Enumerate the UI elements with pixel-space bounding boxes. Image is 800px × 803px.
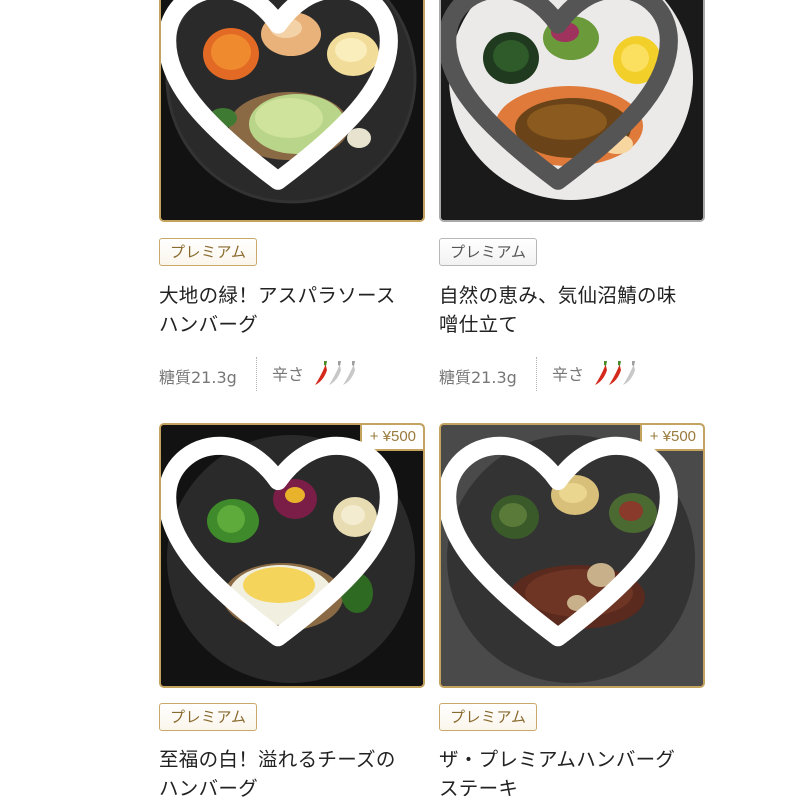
heart-outline-icon[interactable] <box>159 0 409 206</box>
premium-badge: プレミアム <box>439 238 538 266</box>
spiciness-meter <box>595 361 635 385</box>
menu-title[interactable]: 自然の恵み、気仙沼鯖の味 噌仕立て <box>439 281 709 339</box>
heart-outline-icon[interactable] <box>439 423 689 672</box>
carbs-value: 糖質21.3g <box>439 368 517 387</box>
menu-title-line-1: ザ・プレミアムハンバーグ <box>439 748 676 771</box>
menu-title[interactable]: ザ・プレミアムハンバーグ ステーキ <box>439 745 709 803</box>
meal-photo[interactable]: + ¥500 <box>159 423 425 688</box>
premium-badge: プレミアム <box>439 703 538 731</box>
heart-outline-icon[interactable] <box>439 0 689 206</box>
chili-pepper-icon <box>595 361 607 385</box>
premium-badge: プレミアム <box>159 703 258 731</box>
chili-pepper-icon <box>623 361 635 385</box>
menu-title-line-1: 自然の恵み、気仙沼鯖の味 <box>439 284 677 307</box>
menu-title-line-1: 至福の白！溢れるチーズの <box>159 748 396 771</box>
spiciness-label: 辛さ <box>272 365 305 384</box>
menu-title-line-2: ハンバーグ <box>159 313 259 336</box>
chili-pepper-icon <box>315 361 327 385</box>
premium-badge: プレミアム <box>159 238 258 266</box>
carbs-value: 糖質21.3g <box>159 368 237 387</box>
menu-title-line-1: 大地の緑！アスパラソース <box>159 284 396 307</box>
heart-outline-icon[interactable] <box>159 423 409 672</box>
meal-photo[interactable]: + ¥500 <box>439 423 705 688</box>
chili-pepper-icon <box>329 361 341 385</box>
menu-title[interactable]: 至福の白！溢れるチーズの ハンバーグ <box>159 745 429 803</box>
meal-photo[interactable] <box>159 0 425 222</box>
chili-pepper-icon <box>343 361 355 385</box>
menu-title-line-2: ステーキ <box>439 777 519 800</box>
nutrition-specs: 糖質21.3g 辛さ <box>159 357 425 391</box>
divider <box>536 357 537 391</box>
spiciness-meter <box>315 361 355 385</box>
nutrition-specs: 糖質21.3g 辛さ <box>439 357 705 391</box>
chili-pepper-icon <box>609 361 621 385</box>
divider <box>256 357 257 391</box>
spiciness-label: 辛さ <box>552 365 585 384</box>
menu-title-line-2: 噌仕立て <box>439 313 519 336</box>
meal-photo[interactable] <box>439 0 705 222</box>
menu-title[interactable]: 大地の緑！アスパラソース ハンバーグ <box>159 281 429 339</box>
menu-title-line-2: ハンバーグ <box>159 777 259 800</box>
